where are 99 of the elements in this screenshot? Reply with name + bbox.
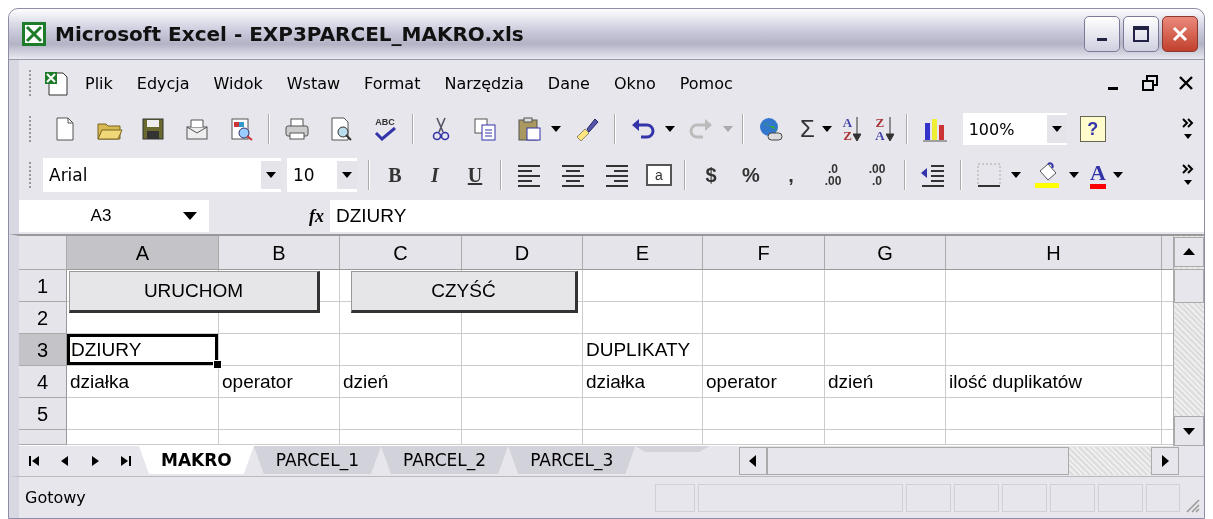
zoom-dropdown[interactable]: 100%	[962, 113, 1067, 145]
row-header[interactable]: 1	[19, 270, 67, 302]
restore-icon[interactable]	[1142, 75, 1158, 91]
table-cell[interactable]: DUPLIKATY	[583, 334, 703, 366]
fill-bucket-icon[interactable]	[1033, 161, 1061, 189]
column-header[interactable]: G	[825, 236, 946, 270]
horizontal-scrollbar[interactable]	[739, 447, 1179, 475]
workbook-icon[interactable]	[43, 69, 71, 97]
row-header[interactable]	[19, 430, 67, 445]
font-color-button[interactable]: A	[1090, 161, 1106, 189]
font-dropdown[interactable]: Arial	[43, 158, 281, 192]
fill-handle[interactable]	[213, 360, 222, 369]
help-button[interactable]: ?	[1079, 116, 1106, 142]
insert-function-button[interactable]: fx	[309, 205, 324, 227]
underline-button[interactable]: U	[462, 163, 488, 187]
row-header[interactable]: 4	[19, 366, 67, 398]
merge-center-button[interactable]: a	[646, 164, 672, 186]
scroll-up-icon[interactable]	[1174, 237, 1204, 267]
table-cell[interactable]: ilość duplikatów	[946, 366, 1162, 398]
spelling-button[interactable]: ABC	[370, 117, 400, 141]
table-cell[interactable]: działka	[67, 366, 219, 398]
table-cell[interactable]: dzień	[340, 366, 462, 398]
table-cell[interactable]: dzień	[825, 366, 946, 398]
row-header[interactable]: 3	[19, 334, 67, 366]
scroll-down-icon[interactable]	[1174, 416, 1204, 446]
scroll-right-icon[interactable]	[1151, 447, 1179, 475]
column-header[interactable]: B	[219, 236, 340, 270]
sum-button[interactable]: Σ	[800, 115, 815, 143]
spreadsheet-logo-icon	[21, 21, 47, 47]
caret-icon[interactable]	[665, 126, 675, 132]
menu-item[interactable]: Pomoc	[679, 73, 733, 93]
currency-button[interactable]: $	[698, 163, 724, 187]
menu-item[interactable]: Dane	[547, 73, 590, 93]
scroll-thumb[interactable]	[1174, 269, 1204, 303]
column-header[interactable]: F	[703, 236, 825, 270]
minimize-button[interactable]	[1084, 16, 1120, 52]
caret-icon[interactable]	[1069, 172, 1079, 178]
status-text: Gotowy	[25, 488, 86, 507]
borders-icon[interactable]	[975, 161, 1003, 189]
formula-input[interactable]: DZIURY	[330, 200, 1204, 232]
caret-icon	[1051, 126, 1062, 132]
caret-icon	[183, 212, 197, 220]
close-icon[interactable]	[1178, 75, 1194, 91]
menu-item[interactable]: Edycja	[136, 73, 190, 93]
increase-decimal-button[interactable]: .0 .00	[818, 163, 848, 187]
table-cell[interactable]: działka	[583, 366, 703, 398]
sort-descending-button[interactable]: Z A	[875, 116, 894, 142]
resize-grip-icon[interactable]	[1184, 496, 1200, 513]
column-header[interactable]: H	[946, 236, 1162, 270]
sheet-tab[interactable]: PARCEL_1	[253, 446, 381, 474]
caret-icon[interactable]	[1112, 172, 1123, 178]
table-cell[interactable]: operator	[703, 366, 825, 398]
minimize-icon	[1097, 37, 1107, 41]
menu-item[interactable]: Widok	[213, 73, 263, 93]
table-cell[interactable]: DZIURY	[67, 334, 219, 366]
table-cell[interactable]: operator	[219, 366, 340, 398]
font-size-dropdown[interactable]: 10	[287, 158, 357, 192]
italic-button[interactable]: I	[422, 163, 448, 187]
sort-ascending-button[interactable]: A Z	[842, 116, 862, 142]
caret-icon[interactable]	[821, 126, 832, 132]
caret-icon[interactable]	[551, 126, 561, 132]
caret-icon	[342, 172, 352, 178]
save-icon[interactable]	[139, 115, 167, 143]
name-box[interactable]: A3	[19, 200, 209, 232]
macro-button[interactable]: CZYŚĆ	[351, 271, 578, 313]
menu-item[interactable]: Wstaw	[286, 73, 341, 93]
column-header[interactable]: C	[340, 236, 462, 270]
vertical-scrollbar[interactable]	[1173, 236, 1204, 446]
close-icon	[1170, 24, 1190, 44]
sheet-tab[interactable]: PARCEL_3	[508, 446, 636, 474]
comma-button[interactable]: ,	[778, 163, 804, 187]
menu-item[interactable]: Okno	[613, 73, 656, 93]
scroll-thumb[interactable]	[767, 447, 1069, 475]
menu-item[interactable]: Format	[364, 73, 421, 93]
menu-item[interactable]: Plik	[85, 73, 113, 93]
select-all-corner[interactable]	[19, 236, 67, 270]
maximize-button[interactable]	[1123, 16, 1159, 52]
menu-item[interactable]: Narzędzia	[444, 73, 524, 93]
percent-button[interactable]: %	[738, 163, 764, 187]
globe-link-icon[interactable]	[757, 115, 785, 143]
column-header[interactable]: E	[583, 236, 703, 270]
caret-icon[interactable]	[1011, 172, 1021, 178]
row-header[interactable]: 2	[19, 302, 67, 334]
row-header[interactable]: 5	[19, 398, 67, 430]
copy-icon[interactable]	[471, 115, 499, 143]
clipboard-icon[interactable]	[515, 115, 543, 143]
sheet-tab[interactable]: MAKRO	[139, 446, 254, 474]
column-header[interactable]: A	[67, 236, 219, 270]
sheet-tab[interactable]: PARCEL_2	[380, 446, 509, 474]
macro-button[interactable]: URUCHOM	[69, 271, 320, 313]
window-title: Microsoft Excel - EXP3PARCEL_MAKRO.xls	[55, 22, 524, 46]
maximize-icon	[1131, 24, 1151, 44]
column-header[interactable]: D	[462, 236, 583, 270]
scroll-left-icon[interactable]	[739, 447, 767, 475]
caret-icon	[266, 172, 276, 178]
bold-button[interactable]: B	[382, 163, 408, 187]
decrease-decimal-button[interactable]: .00 .0	[862, 163, 892, 187]
close-button[interactable]	[1162, 16, 1198, 52]
print-icon[interactable]	[283, 115, 311, 143]
